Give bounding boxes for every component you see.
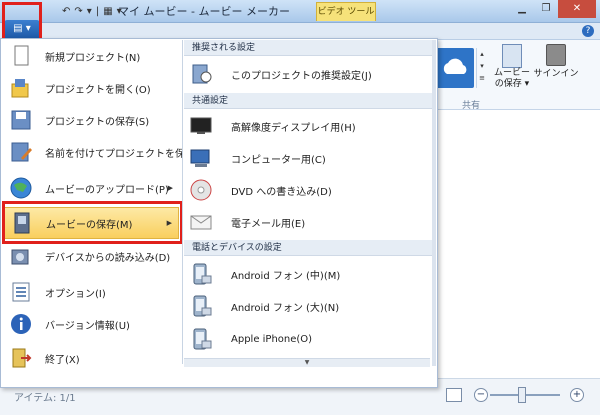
zoom-slider-thumb[interactable] — [518, 387, 526, 403]
options-icon — [9, 280, 35, 304]
submenu-item-dvd[interactable]: DVD への書き込み(D) — [187, 174, 433, 206]
submenu-item-hd-display[interactable]: 高解像度ディスプレイ用(H) — [187, 110, 433, 142]
menu-item-options[interactable]: オプション(I) — [3, 276, 179, 308]
minimize-button[interactable]: ▁ — [510, 0, 534, 18]
maximize-button[interactable]: ❐ — [534, 0, 558, 18]
hd-display-icon — [189, 114, 215, 138]
menu-item-import-from-device[interactable]: デバイスからの読み込み(D) — [3, 240, 179, 272]
undo-icon[interactable]: ↶ — [62, 6, 70, 17]
menu-item-open-project[interactable]: プロジェクトを開く(O) — [3, 72, 179, 104]
android-phone-icon — [189, 294, 215, 318]
highlight-file-button — [2, 2, 42, 42]
menu-item-version-info[interactable]: バージョン情報(U) — [3, 308, 179, 340]
signin-ribbon-button[interactable]: サインイン — [530, 44, 582, 79]
exit-icon — [9, 346, 35, 370]
close-button[interactable]: ✕ — [558, 0, 596, 18]
submenu-scroll-down[interactable]: ▼ — [184, 358, 430, 367]
android-phone-icon — [189, 262, 215, 286]
video-tools-context-tab[interactable]: ビデオ ツール — [316, 2, 376, 21]
dvd-icon — [189, 178, 215, 202]
redo-icon[interactable]: ↷ — [74, 6, 82, 17]
save-movie-ribbon-icon — [502, 44, 522, 68]
open-project-icon — [9, 76, 35, 100]
submenu-arrow-icon: ▶ — [167, 184, 173, 192]
submenu-item-iphone[interactable]: Apple iPhone(O) — [187, 323, 433, 355]
submenu-scrollbar[interactable] — [432, 40, 436, 366]
menu-item-save-as[interactable]: 名前を付けてプロジェクトを保存(A) — [3, 136, 210, 168]
import-device-icon — [9, 244, 35, 268]
computer-icon — [189, 146, 215, 170]
recommended-settings-icon — [189, 62, 215, 86]
highlight-save-movie — [2, 201, 183, 244]
iphone-icon — [189, 327, 215, 351]
save-movie-submenu: 推奨される設定 このプロジェクトの推奨設定(J) 共通設定 高解像度ディスプレイ… — [182, 40, 433, 364]
save-project-icon — [9, 108, 35, 132]
new-project-icon — [9, 44, 35, 68]
help-icon[interactable]: ? — [582, 25, 594, 37]
menu-item-upload-movie[interactable]: ムービーのアップロード(P) ▶ — [3, 172, 179, 204]
info-icon — [9, 312, 35, 336]
zoom-in-button[interactable]: + — [570, 388, 584, 402]
quick-access-toolbar: ↶ ↷ ▾ | ▦ ▾ — [62, 3, 122, 19]
divider: | — [95, 5, 100, 17]
save-movie-ribbon-button[interactable]: ムービー の保存 ▾ — [492, 44, 532, 90]
save-as-icon — [9, 140, 35, 164]
submenu-item-computer[interactable]: コンピューター用(C) — [187, 142, 433, 174]
section-header-devices: 電話とデバイスの設定 — [184, 240, 433, 256]
menu-item-new-project[interactable]: 新規プロジェクト(N) — [3, 40, 179, 72]
section-header-recommended: 推奨される設定 — [184, 40, 433, 56]
menu-item-exit[interactable]: 終了(X) — [3, 342, 179, 374]
status-item-count: アイテム: 1/1 — [14, 393, 76, 404]
upload-globe-icon — [9, 176, 35, 200]
thumbnail-size-icon[interactable] — [446, 388, 462, 402]
signin-icon — [546, 44, 566, 66]
storyboard-icon[interactable]: ▦ — [103, 6, 112, 17]
gallery-scroll-icon[interactable]: ▴ ▾ ≡ — [476, 48, 487, 88]
window-controls: ▁ ❐ ✕ — [510, 0, 596, 18]
section-header-common: 共通設定 — [184, 93, 433, 109]
submenu-item-email[interactable]: 電子メール用(E) — [187, 206, 433, 238]
submenu-item-android-medium[interactable]: Android フォン (中)(M) — [187, 258, 433, 290]
onedrive-icon[interactable] — [436, 48, 474, 88]
email-icon — [189, 210, 215, 234]
menu-item-save-project[interactable]: プロジェクトの保存(S) — [3, 104, 179, 136]
submenu-item-android-large[interactable]: Android フォン (大)(N) — [187, 290, 433, 322]
zoom-out-button[interactable]: − — [474, 388, 488, 402]
submenu-item-recommended[interactable]: このプロジェクトの推奨設定(J) — [187, 58, 433, 90]
qat-dropdown-icon[interactable]: ▾ — [87, 6, 92, 17]
window-title: マイ ムービー - ムービー メーカー — [118, 5, 290, 18]
